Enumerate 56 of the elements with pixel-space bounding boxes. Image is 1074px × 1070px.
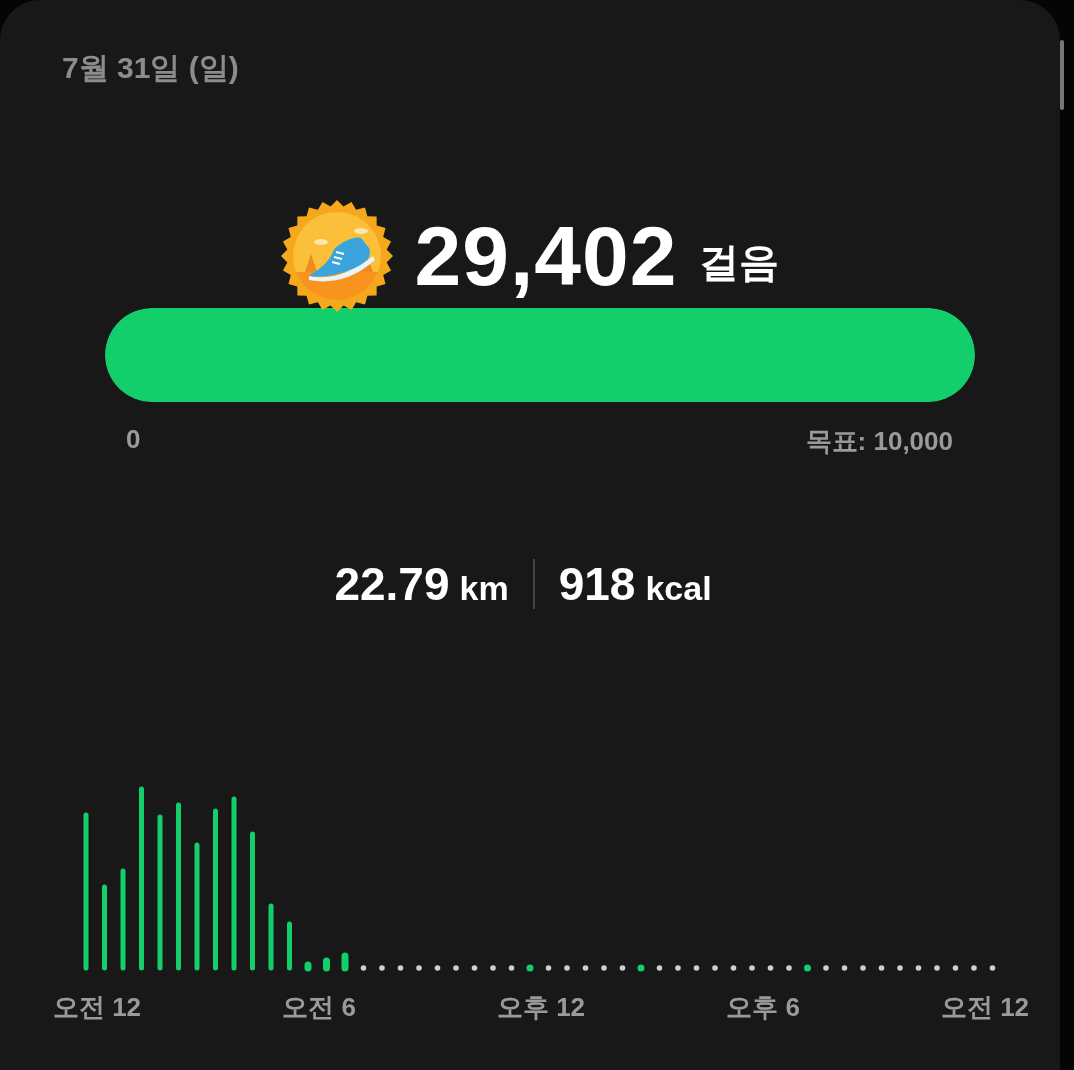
step-dot [860,965,866,971]
step-dot [434,965,441,971]
shoe-badge-icon [280,200,393,312]
step-dot [360,965,367,971]
stat-value: 22.79 [334,557,450,611]
time-axis-label: 오전 12 [940,991,1030,1024]
stat-unit: kcal [645,569,712,608]
step-dot [471,965,478,971]
step-dot [712,965,718,971]
step-dot [545,965,552,971]
step-bar [323,957,330,972]
step-dot [786,965,792,971]
goal-label: 목표: 10,000 [805,425,953,458]
step-dot [453,965,459,971]
stat-value: 918 [558,557,636,611]
step-dot [804,964,811,972]
step-dot [730,965,737,971]
scrollbar [1060,40,1064,110]
step-dot [841,965,848,971]
step-dot [637,964,645,972]
step-dot [767,965,774,971]
stat-unit: km [459,569,509,608]
time-axis-label: 오후 6 [726,991,800,1024]
step-dot [397,965,404,971]
step-dot [619,965,626,971]
step-unit: 걸음 [699,239,780,286]
step-dot [971,965,977,971]
step-dot [508,965,515,971]
step-dot [952,965,959,971]
step-bar [287,921,292,971]
step-dot [490,965,496,971]
step-dot [564,965,570,971]
step-dot [582,965,589,971]
step-bar [304,961,312,972]
step-dot [675,965,681,971]
step-dot [823,965,829,971]
step-dot [934,965,940,971]
step-count: 29,402 [414,207,678,305]
step-dot [526,964,534,972]
step-dot [601,965,607,971]
step-dot [749,965,755,971]
step-dot [989,965,996,971]
step-dot [416,965,422,971]
step-bar [268,903,274,971]
time-axis-label: 오전 6 [282,991,356,1024]
step-dot [379,965,385,971]
step-dot [897,965,903,971]
step-dot [693,965,700,971]
time-axis-label: 오후 12 [496,991,586,1024]
step-dot [878,965,885,971]
step-dot [656,965,663,971]
time-axis-label: 오전 12 [52,991,142,1024]
step-bar [341,952,349,972]
step-dot [915,965,922,971]
bar-start-label: 0 [126,424,141,456]
date-label: 7월 31일 (일) [62,51,239,84]
